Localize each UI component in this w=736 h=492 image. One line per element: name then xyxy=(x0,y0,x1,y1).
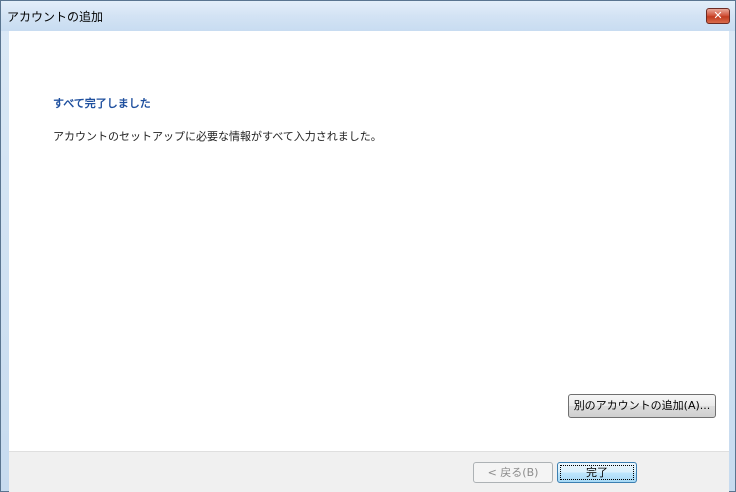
page-heading: すべて完了しました xyxy=(53,97,151,110)
close-icon[interactable]: ✕ xyxy=(706,8,730,24)
wizard-content: すべて完了しました アカウントのセットアップに必要な情報がすべて入力されました。… xyxy=(9,31,729,451)
info-message: アカウントのセットアップに必要な情報がすべて入力されました。 xyxy=(53,130,382,143)
window-title: アカウントの追加 xyxy=(7,10,104,24)
finish-button-label: 完了 xyxy=(586,466,608,479)
button-bar: < 戻る(B) 完了 xyxy=(9,451,729,492)
account-wizard-window: アカウントの追加 ✕ すべて完了しました アカウントのセットアップに必要な情報が… xyxy=(0,0,736,492)
finish-button[interactable]: 完了 xyxy=(557,462,637,483)
title-bar[interactable]: アカウントの追加 ✕ xyxy=(1,1,735,31)
add-another-account-button[interactable]: 別のアカウントの追加(A)... xyxy=(568,394,716,418)
back-button[interactable]: < 戻る(B) xyxy=(473,462,553,483)
